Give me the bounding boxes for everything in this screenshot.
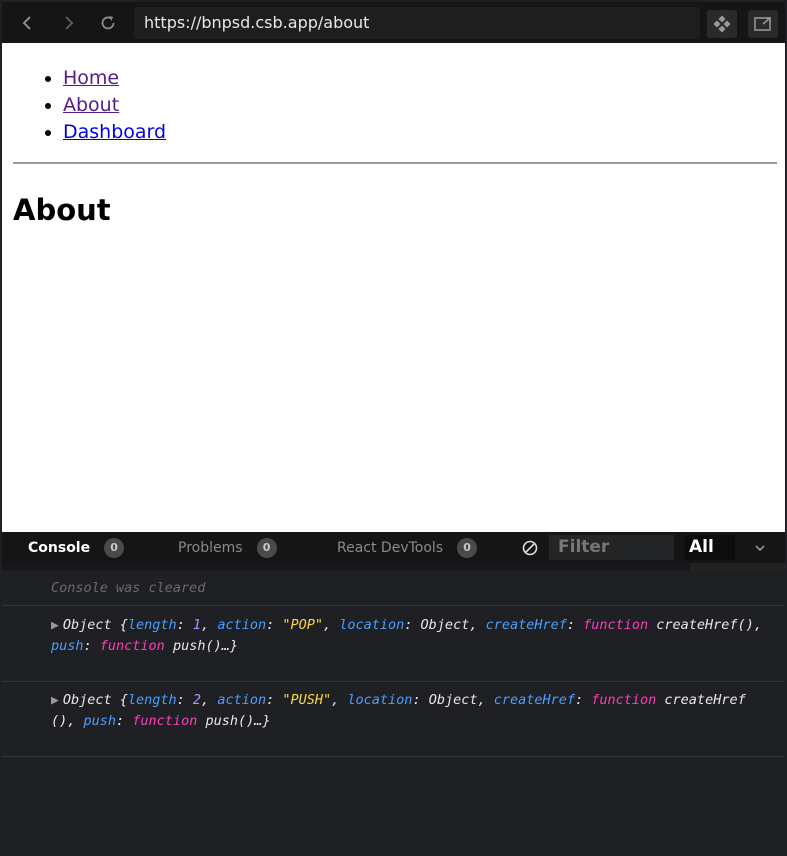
app-preview: Home About Dashboard About <box>2 43 785 532</box>
nav-item-dashboard: Dashboard <box>63 119 166 146</box>
console-cleared-message: Console was cleared <box>51 580 206 596</box>
log-token: push <box>83 713 117 729</box>
log-token: , <box>331 692 348 708</box>
problems-count-badge: 0 <box>256 537 277 558</box>
clear-console-icon[interactable] <box>522 540 538 556</box>
log-token: function <box>583 617 649 633</box>
console-panel: Console was cleared ▶ Object {length: 1, … <box>2 563 785 856</box>
reload-icon[interactable] <box>90 5 126 41</box>
log-token: "POP" <box>282 617 323 633</box>
log-token: Object { <box>62 617 128 633</box>
divider <box>13 162 777 164</box>
nav-menu: Home About Dashboard <box>63 65 166 146</box>
log-separator <box>2 605 785 606</box>
url-bar[interactable]: https://bnpsd.csb.app/about <box>134 7 700 39</box>
log-level-select[interactable]: All <box>685 535 735 560</box>
tab-console-label: Console <box>28 539 91 556</box>
log-token: createHref <box>485 617 567 633</box>
home-link[interactable]: Home <box>63 67 119 89</box>
log-token: Object { <box>62 692 128 708</box>
console-count-badge: 0 <box>104 537 125 558</box>
log-token: : <box>566 617 584 633</box>
log-token: function <box>99 638 165 654</box>
log-token: : <box>83 638 100 654</box>
log-separator <box>2 681 785 682</box>
dashboard-link[interactable]: Dashboard <box>63 121 166 143</box>
log-token: , <box>323 617 340 633</box>
log-separator <box>2 756 785 757</box>
react-devtools-count-badge: 0 <box>457 537 478 558</box>
log-token: push()…} <box>197 713 271 729</box>
expand-triangle-icon[interactable]: ▶ <box>51 691 59 711</box>
filter-input[interactable]: Filter <box>549 535 674 560</box>
tab-react-devtools-label: React DevTools <box>337 539 444 556</box>
log-token: location <box>339 617 405 633</box>
log-token: createHref(), <box>648 617 771 633</box>
page-title: About <box>13 193 111 227</box>
chevron-right-icon[interactable] <box>50 5 86 41</box>
log-token: function <box>591 692 657 708</box>
console-top-strip <box>2 563 785 571</box>
chevron-down-icon[interactable] <box>754 542 766 554</box>
browser-toolbar: https://bnpsd.csb.app/about <box>2 2 785 43</box>
log-token: 2 <box>192 692 202 708</box>
log-token: length <box>127 692 177 708</box>
log-token: location <box>347 692 413 708</box>
log-token: : <box>266 692 283 708</box>
log-token: : <box>176 692 193 708</box>
log-token: : Object, <box>404 617 486 633</box>
log-token: push()…} <box>164 638 238 654</box>
log-token: createHref <box>493 692 575 708</box>
log-token: , <box>201 617 218 633</box>
log-token: : <box>266 617 283 633</box>
tab-problems[interactable]: Problems 0 <box>178 532 277 563</box>
log-token: 1 <box>192 617 202 633</box>
expand-triangle-icon[interactable]: ▶ <box>51 616 59 636</box>
tab-react-devtools[interactable]: React DevTools 0 <box>337 532 478 563</box>
log-token: : <box>176 617 193 633</box>
codesandbox-icon[interactable] <box>707 10 737 38</box>
log-token: : Object, <box>412 692 494 708</box>
log-token: : <box>116 713 133 729</box>
nav-item-home: Home <box>63 65 166 92</box>
chevron-left-icon[interactable] <box>10 5 46 41</box>
tab-problems-label: Problems <box>178 539 243 556</box>
about-link[interactable]: About <box>63 94 119 116</box>
log-token: function <box>132 713 198 729</box>
log-entry[interactable]: ▶ Object {length: 2, action: "PUSH", loca… <box>51 690 766 731</box>
devtools-tabbar: Console 0 Problems 0 React DevTools 0 Fi… <box>2 532 785 563</box>
log-token: : <box>575 692 592 708</box>
log-token: action <box>217 692 267 708</box>
log-token: length <box>127 617 177 633</box>
nav-item-about: About <box>63 92 166 119</box>
tab-console[interactable]: Console 0 <box>28 532 125 563</box>
log-token: action <box>217 617 267 633</box>
log-token: push <box>51 638 84 654</box>
log-token: "PUSH" <box>282 692 332 708</box>
log-entry[interactable]: ▶ Object {length: 1, action: "POP", locat… <box>51 615 766 656</box>
external-window-icon[interactable] <box>748 10 778 38</box>
log-token: , <box>201 692 218 708</box>
